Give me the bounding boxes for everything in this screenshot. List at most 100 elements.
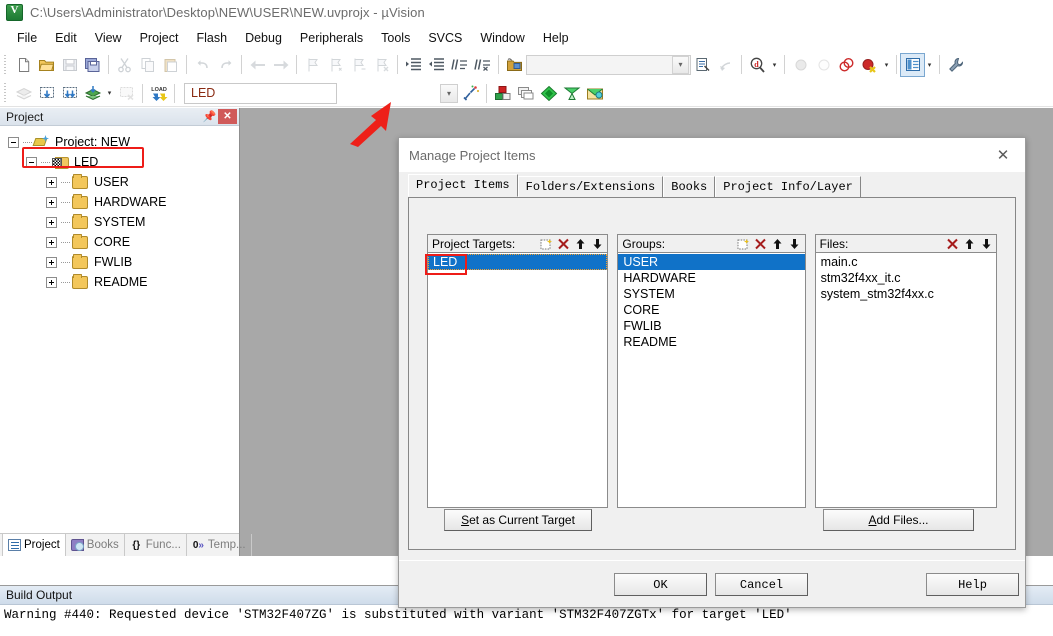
tab-templates[interactable]: 0» Temp... [187, 534, 252, 556]
bookmark-prev-icon[interactable] [324, 54, 347, 76]
collapse-icon[interactable] [8, 136, 19, 148]
tree-item-readme[interactable]: README [0, 272, 239, 292]
toolbar-grip[interactable] [2, 54, 9, 75]
menu-window[interactable]: Window [471, 29, 533, 47]
comment-icon[interactable] [448, 54, 471, 76]
tree-item-core[interactable]: CORE [0, 232, 239, 252]
menu-svcs[interactable]: SVCS [419, 29, 471, 47]
bookmark-next-icon[interactable] [347, 54, 370, 76]
collapse-icon[interactable] [26, 156, 37, 168]
target-dropdown-button[interactable]: ▾ [439, 82, 459, 104]
tab-project[interactable]: Project [2, 533, 66, 556]
move-down-icon[interactable] [589, 236, 605, 251]
menu-file[interactable]: File [8, 29, 46, 47]
chevron-down-icon[interactable]: ▾ [104, 82, 115, 104]
bookmark-toggle-icon[interactable] [301, 54, 324, 76]
target-options-icon[interactable] [459, 82, 482, 104]
pack-manage-icon[interactable] [583, 82, 606, 104]
files-list[interactable]: main.c stm32f4xx_it.c system_stm32f4xx.c [814, 253, 997, 508]
menu-help[interactable]: Help [534, 29, 578, 47]
copy-icon[interactable] [136, 54, 159, 76]
expand-icon[interactable] [46, 176, 57, 188]
tree-item-project[interactable]: Project: NEW [0, 132, 239, 152]
expand-icon[interactable] [46, 276, 57, 288]
list-item[interactable]: FWLIB [618, 318, 804, 334]
breakpoint-disable-icon[interactable] [812, 54, 835, 76]
add-files-button[interactable]: Add Files... [823, 509, 974, 531]
tree-item-fwlib[interactable]: FWLIB [0, 252, 239, 272]
menu-project[interactable]: Project [131, 29, 188, 47]
tree-item-hardware[interactable]: HARDWARE [0, 192, 239, 212]
find-in-files-icon[interactable] [714, 54, 737, 76]
list-item[interactable]: main.c [816, 254, 996, 270]
menu-view[interactable]: View [86, 29, 131, 47]
target-select[interactable]: LED [184, 82, 337, 104]
move-up-icon[interactable] [961, 236, 977, 251]
cut-icon[interactable] [113, 54, 136, 76]
tab-project-items[interactable]: Project Items [408, 174, 518, 197]
list-item[interactable]: system_stm32f4xx.c [816, 286, 996, 302]
list-item[interactable]: LED [428, 254, 608, 270]
manage-multi-project-icon[interactable] [514, 82, 537, 104]
groups-list[interactable]: USER HARDWARE SYSTEM CORE FWLIB README [617, 253, 806, 508]
menu-edit[interactable]: Edit [46, 29, 86, 47]
tab-books[interactable]: Books [663, 176, 716, 197]
manage-project-items-icon[interactable] [491, 82, 514, 104]
chevron-down-icon[interactable]: ▾ [769, 54, 780, 76]
cancel-button[interactable]: Cancel [715, 573, 808, 596]
pin-icon[interactable]: 📌 [201, 109, 218, 125]
open-file-icon[interactable] [35, 54, 58, 76]
rebuild-icon[interactable] [58, 82, 81, 104]
undo-icon[interactable] [191, 54, 214, 76]
move-down-icon[interactable] [978, 236, 994, 251]
open-folder-icon[interactable] [503, 54, 526, 76]
move-up-icon[interactable] [770, 236, 786, 251]
list-item[interactable]: README [618, 334, 804, 350]
manage-rte-icon[interactable] [560, 82, 583, 104]
set-as-current-target-button[interactable]: Set as Current Target [444, 509, 592, 531]
stop-build-icon[interactable] [115, 82, 138, 104]
tab-books[interactable]: Books [66, 534, 125, 556]
menu-debug[interactable]: Debug [236, 29, 291, 47]
delete-icon[interactable] [753, 236, 769, 251]
bookmark-list-icon[interactable] [691, 54, 714, 76]
list-item[interactable]: SYSTEM [618, 286, 804, 302]
translate-icon[interactable] [12, 82, 35, 104]
chevron-down-icon[interactable]: ▾ [672, 55, 689, 74]
tab-folders-extensions[interactable]: Folders/Extensions [517, 176, 664, 197]
list-item[interactable]: stm32f4xx_it.c [816, 270, 996, 286]
new-item-icon[interactable] [736, 236, 752, 251]
tree-item-user[interactable]: USER [0, 172, 239, 192]
close-icon[interactable]: ✕ [985, 141, 1021, 169]
configure-icon[interactable] [944, 54, 967, 76]
paste-icon[interactable] [159, 54, 182, 76]
save-all-icon[interactable] [81, 54, 104, 76]
tab-project-info-layer[interactable]: Project Info/Layer [715, 176, 861, 197]
navigate-back-icon[interactable] [246, 54, 269, 76]
build-icon[interactable] [35, 82, 58, 104]
help-button[interactable]: Help [926, 573, 1019, 596]
delete-icon[interactable] [944, 236, 960, 251]
project-targets-list[interactable]: LED [427, 253, 609, 508]
menu-flash[interactable]: Flash [187, 29, 236, 47]
find-combo[interactable]: ▾ [526, 54, 691, 75]
navigate-forward-icon[interactable] [269, 54, 292, 76]
toolbar-grip[interactable] [2, 83, 9, 103]
expand-icon[interactable] [46, 216, 57, 228]
menu-tools[interactable]: Tools [372, 29, 419, 47]
expand-icon[interactable] [46, 196, 57, 208]
tab-functions[interactable]: {} Func... [125, 534, 187, 556]
uncomment-icon[interactable] [471, 54, 494, 76]
chevron-down-icon[interactable]: ▾ [924, 54, 935, 76]
list-item[interactable]: USER [618, 254, 805, 270]
save-icon[interactable] [58, 54, 81, 76]
download-icon[interactable]: LOAD [147, 82, 170, 104]
close-icon[interactable]: ✕ [218, 109, 237, 124]
tree-item-led[interactable]: LED [0, 152, 239, 172]
delete-icon[interactable] [555, 236, 571, 251]
expand-icon[interactable] [46, 256, 57, 268]
redo-icon[interactable] [214, 54, 237, 76]
debug-query-icon[interactable]: d [746, 54, 769, 76]
move-up-icon[interactable] [572, 236, 588, 251]
ok-button[interactable]: OK [614, 573, 707, 596]
